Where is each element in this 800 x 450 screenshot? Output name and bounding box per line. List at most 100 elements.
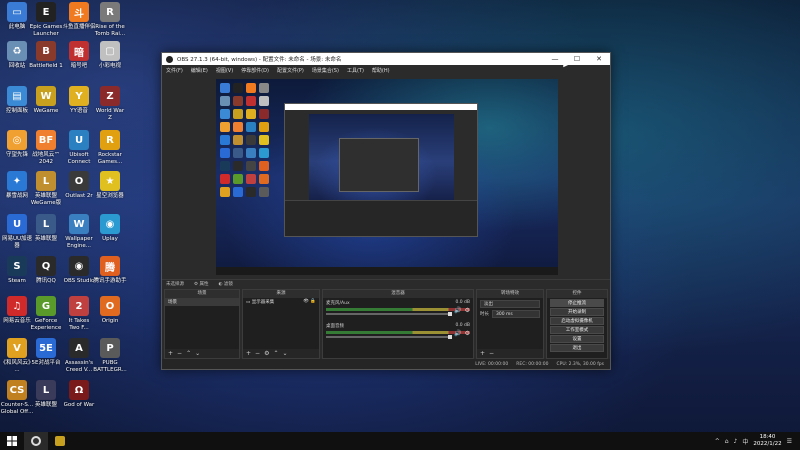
exit-button[interactable]: 退出 [550,344,604,352]
desktop-icon[interactable]: R Rockstar Games... [93,130,127,165]
menu-edit[interactable]: 编辑(E) [191,67,208,74]
transitions-dock-header: 转场特效 [477,290,543,298]
desktop-icon[interactable]: ◉ OBS Studio [62,256,96,285]
menu-file[interactable]: 文件(F) [166,67,183,74]
menu-help[interactable]: 帮助(H) [372,67,390,74]
add-scene-icon[interactable]: + [168,349,173,358]
obs-titlebar[interactable]: OBS 27.1.3 (64-bit, windows) - 配置文件: 未命名… [162,53,610,65]
desktop-icon[interactable]: E Epic Games Launcher [29,2,63,37]
filters-button[interactable]: ◐ 滤镜 [218,281,232,287]
taskbar-clock[interactable]: 18:40 2022/1/22 [753,434,781,448]
desktop-icon-label: Epic Games Launcher [29,24,63,37]
remove-source-icon[interactable]: − [255,349,260,358]
obs-icon [31,436,41,446]
desktop-icon-label: Wallpaper Engine... [65,236,93,249]
desktop-icon[interactable]: 斗斗鱼直播伴侣 [62,2,96,31]
visibility-icon[interactable]: 👁 🔒 [303,299,316,304]
source-settings-icon[interactable]: ⚙ [264,349,269,358]
studio-mode-button[interactable]: 工作室模式 [550,326,604,334]
desktop-icon-label: World War Z [95,108,125,121]
close-icon[interactable]: ✕ [588,53,610,65]
desktop-icon[interactable]: ◉ Uplay [93,214,127,243]
windows-taskbar: ^ ⌂ ♪ 中 18:40 2022/1/22 ☰ [0,432,800,450]
obs-preview-canvas[interactable] [216,79,558,275]
scenes-dock: 场景 场景 + − ⌃ ⌄ [164,289,240,359]
start-virtual-camera-button[interactable]: 启动虚拟摄像机 [550,317,604,325]
properties-button[interactable]: ⚙ 属性 [194,281,208,287]
add-transition-icon[interactable]: + [480,349,485,358]
source-down-icon[interactable]: ⌄ [282,349,287,358]
speaker-icon[interactable]: 🔊 [454,307,461,314]
menu-profile[interactable]: 配置文件(P) [277,67,304,74]
preview-desktop-icons [220,83,272,197]
track-name: 麦克风/Aux [326,301,350,306]
add-source-icon[interactable]: + [246,349,251,358]
mixer-settings-icon[interactable]: ⚙ [465,330,470,337]
desktop-icon-label: Uplay [102,236,118,242]
volume-slider[interactable] [326,335,452,339]
volume-slider[interactable] [326,312,452,316]
5e-icon: 5E [36,338,56,358]
desktop-icon[interactable]: Y YY语音 [62,86,96,115]
desktop-icon-label: 腾讯QQ [36,278,56,284]
sources-dock-footer: + − ⚙ ⌃ ⌄ [243,349,319,358]
start-recording-button[interactable]: 开始录制 [550,308,604,316]
desktop-icon[interactable]: L 英雄联盟 WeGame版 [29,171,63,206]
desktop-icon[interactable]: P PUBG BATTLEGR... [93,338,127,373]
scenes-dock-footer: + − ⌃ ⌄ [165,349,239,358]
tray-expand-icon[interactable]: ^ [715,438,720,445]
remove-scene-icon[interactable]: − [177,349,182,358]
network-icon[interactable]: ⌂ [725,438,729,445]
start-button[interactable] [0,432,24,450]
desktop-icon-label: Ubisoft Connect [67,152,91,165]
desktop-icon[interactable]: ★ 星空浏览器 [93,171,127,200]
menu-docks[interactable]: 停靠部件(D) [241,67,269,74]
desktop-icon[interactable]: ▢ 小彩电视 [93,41,127,70]
desktop-icon[interactable]: Q 腾讯QQ [29,256,63,285]
input-method-icon[interactable]: 中 [742,437,748,446]
desktop-icon[interactable]: O Outlast 2r [62,171,96,200]
speaker-icon[interactable]: 🔊 [454,330,461,337]
desktop-icon[interactable]: 腾腾讯手游助手 [93,256,127,285]
desktop-icon[interactable]: B Battlefield 1 [29,41,63,70]
menu-tools[interactable]: 工具(T) [347,67,364,74]
desktop-icon[interactable]: U Ubisoft Connect [62,130,96,165]
desktop-icon[interactable]: 2 It Takes Two F... [62,296,96,331]
desktop-icon[interactable]: G GeForce Experience [29,296,63,331]
sources-dock-header: 来源 [243,290,319,298]
volume-icon[interactable]: ♪ [734,438,738,445]
nested-docks [285,200,477,236]
duration-input[interactable]: 300 ms [492,310,540,318]
move-up-icon[interactable]: ⌃ [186,349,191,358]
notifications-icon[interactable]: ☰ [787,438,792,445]
menu-scene-collection[interactable]: 场景集合(S) [312,67,339,74]
source-up-icon[interactable]: ⌃ [273,349,278,358]
desktop-icon[interactable]: W Wallpaper Engine... [62,214,96,249]
preview-nested-obs-window [284,103,478,237]
transitions-dock-footer: + − [477,349,543,358]
transition-select[interactable]: 淡出 [480,300,540,308]
mixer-settings-icon[interactable]: ⚙ [465,307,470,314]
wegame-icon: W [36,86,56,106]
taskbar-obs-button[interactable] [24,432,48,450]
desktop-icon[interactable]: A Assassin's Creed V... [62,338,96,373]
remove-transition-icon[interactable]: − [489,349,494,358]
csgo-icon: CS [7,380,27,400]
taskbar-app-button[interactable] [48,432,72,450]
scene-list-item[interactable]: 场景 [165,298,239,306]
desktop-icon[interactable]: L 英雄联盟 [29,214,63,243]
stop-streaming-button[interactable]: 停止推流 [550,299,604,307]
desktop-icon[interactable]: 5E 5E对战平台 [29,338,63,367]
desktop-icon[interactable]: W WeGame [29,86,63,115]
desktop-icon[interactable]: Z World War Z [93,86,127,121]
desktop-icon[interactable]: R Rise of the Tomb Rai... [93,2,127,37]
move-down-icon[interactable]: ⌄ [195,349,200,358]
settings-button[interactable]: 设置 [550,335,604,343]
desktop-icon[interactable]: O Origin [93,296,127,325]
desktop-icon[interactable]: Ω God of War [62,380,96,409]
menu-view[interactable]: 视图(V) [216,67,233,74]
source-list-item[interactable]: ▭ 显示器采集 👁 🔒 [243,298,319,306]
desktop-icon[interactable]: L 英雄联盟 [29,380,63,409]
desktop-icon[interactable]: 暗暗号吧 [62,41,96,70]
desktop-icon[interactable]: BF 战地风云™ 2042 [29,130,63,165]
